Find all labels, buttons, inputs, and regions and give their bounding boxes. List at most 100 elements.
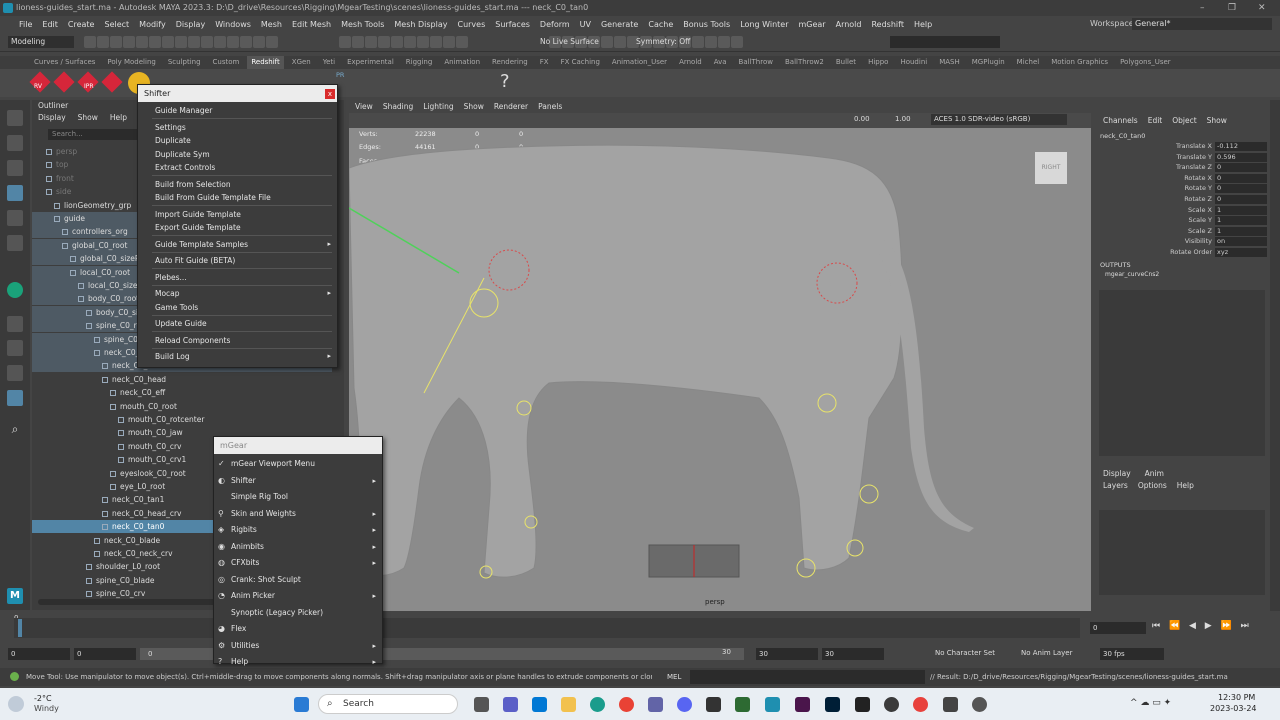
statusline-tool-icon[interactable]	[430, 36, 442, 48]
viewport-menu-view[interactable]: View	[355, 100, 373, 113]
mail-icon[interactable]	[532, 697, 547, 712]
shelf-tab[interactable]: Animation_User	[608, 56, 671, 69]
unity-icon[interactable]	[943, 697, 958, 712]
outliner-menu-display[interactable]: Display	[38, 113, 66, 122]
outliner-menu-show[interactable]: Show	[78, 113, 98, 122]
statusline-tool-icon[interactable]	[253, 36, 265, 48]
outliner-row[interactable]: neck_C0_eff	[32, 386, 332, 399]
viewport-menu-show[interactable]: Show	[464, 100, 484, 113]
redshift-stop-icon[interactable]	[101, 71, 123, 93]
mgear-item-help[interactable]: ? Help ▸	[214, 654, 382, 670]
menu-create[interactable]: Create	[63, 20, 100, 29]
mgear-item-cfxbits[interactable]: ◍ CFXbits ▸	[214, 555, 382, 571]
channel-attr-value[interactable]: xyz	[1215, 248, 1267, 257]
photoshop-icon[interactable]	[825, 697, 840, 712]
store-icon[interactable]	[706, 697, 721, 712]
channel-attr-value[interactable]: 1	[1215, 205, 1267, 215]
shifter-item-guide-manager[interactable]: Guide Manager	[138, 104, 337, 118]
anim-layer-field[interactable]: No Anim Layer	[1021, 649, 1072, 657]
mgear-item-shifter[interactable]: ◐ Shifter ▸	[214, 473, 382, 489]
shelf-tab[interactable]: Curves / Surfaces	[30, 56, 99, 69]
anim-end-field[interactable]: 30	[822, 648, 884, 660]
channel-attr-value[interactable]: 0	[1215, 184, 1267, 194]
channel-attr-row[interactable]: Scale X1	[1095, 205, 1270, 217]
mgear-item-anim-picker[interactable]: ◔ Anim Picker ▸	[214, 588, 382, 604]
channel-attr-value[interactable]: on	[1215, 237, 1267, 247]
statusline-tool-icon[interactable]	[378, 36, 390, 48]
four-view-icon[interactable]	[7, 340, 23, 356]
move-tool-icon[interactable]	[7, 185, 23, 201]
soft-select-icon[interactable]	[7, 282, 23, 298]
lasso-tool-icon[interactable]	[7, 135, 23, 151]
help-icon[interactable]: ?	[500, 71, 510, 92]
outliner-row[interactable]: neck_C0_head	[32, 373, 332, 386]
windows-start-icon[interactable]	[294, 697, 309, 712]
shifter-item-settings[interactable]: Settings	[138, 121, 337, 135]
playback-controls[interactable]: ⏮ ⏪ ◀ ▶ ⏩ ⏭	[1152, 621, 1252, 631]
channel-attr-row[interactable]: Visibility on	[1095, 237, 1270, 248]
obs-icon[interactable]	[884, 697, 899, 712]
slack-icon[interactable]	[795, 697, 810, 712]
shelf-tab[interactable]: FX	[536, 56, 553, 69]
shifter-item-update-guide[interactable]: Update Guide	[138, 317, 337, 331]
statusline-tool-icon[interactable]	[352, 36, 364, 48]
timeline-track[interactable]	[14, 618, 1080, 638]
statusline-tool-icon[interactable]	[227, 36, 239, 48]
close-icon[interactable]: x	[325, 89, 335, 99]
outliner-row[interactable]: mouth_C0_rotcenter	[32, 413, 332, 426]
discord-icon[interactable]	[677, 697, 692, 712]
statusline-tool-icon[interactable]	[240, 36, 252, 48]
clock-date[interactable]: 2023-03-24	[1210, 704, 1257, 713]
playback-start-field[interactable]: 0	[74, 648, 136, 660]
teams-icon[interactable]	[503, 697, 518, 712]
menu-mesh[interactable]: Mesh	[256, 20, 287, 29]
current-time-indicator[interactable]	[18, 619, 22, 637]
mel-label[interactable]: MEL	[667, 668, 681, 686]
menu-select[interactable]: Select	[99, 20, 134, 29]
shifter-item-import-guide-template[interactable]: Import Guide Template	[138, 208, 337, 222]
zbrush-icon[interactable]	[855, 697, 870, 712]
layer-menu-layers[interactable]: Layers	[1103, 481, 1128, 490]
current-frame-field[interactable]: 0	[1090, 622, 1146, 634]
menu-windows[interactable]: Windows	[210, 20, 256, 29]
shelf-tab[interactable]: Arnold	[675, 56, 706, 69]
mgear-item-flex[interactable]: ◕ Flex	[214, 621, 382, 637]
command-line-input[interactable]	[690, 670, 925, 684]
channel-attr-row[interactable]: Translate Y 0.596	[1095, 152, 1270, 164]
substance-icon[interactable]	[735, 697, 750, 712]
statusline-tool-icon[interactable]	[110, 36, 122, 48]
mgear-item-simple-rig-tool[interactable]: Simple Rig Tool	[214, 489, 382, 505]
rotate-tool-icon[interactable]	[7, 210, 23, 226]
menu-curves[interactable]: Curves	[452, 20, 490, 29]
statusline-tool-icon[interactable]	[214, 36, 226, 48]
viewport-menu-renderer[interactable]: Renderer	[494, 100, 528, 113]
shifter-item-auto-fit-guide-beta[interactable]: Auto Fit Guide (BETA)	[138, 254, 337, 268]
chrome-icon[interactable]	[619, 697, 634, 712]
channelbox-menu-edit[interactable]: Edit	[1148, 116, 1163, 125]
playback-end-field[interactable]: 30	[756, 648, 818, 660]
redshift-render-icon[interactable]	[53, 71, 75, 93]
shelf-tab[interactable]: MGPlugin	[968, 56, 1009, 69]
layer-tab-anim[interactable]: Anim	[1145, 469, 1164, 478]
channel-attr-value[interactable]: 0	[1215, 163, 1267, 173]
layer-menu-help[interactable]: Help	[1177, 481, 1194, 490]
menu-file[interactable]: File	[14, 20, 37, 29]
shelf-tab[interactable]: Michel	[1013, 56, 1044, 69]
search-icon[interactable]: ⌕	[7, 422, 23, 438]
character-set-field[interactable]: No Character Set	[935, 649, 995, 657]
statusline-tool-icon[interactable]	[391, 36, 403, 48]
viewport-menu-shading[interactable]: Shading	[383, 100, 413, 113]
shelf-tab[interactable]: FX Caching	[557, 56, 604, 69]
shifter-item-build-from-guide-template-file[interactable]: Build From Guide Template File	[138, 191, 337, 205]
gamma-field[interactable]: 1.00	[895, 115, 911, 123]
statusline-tool-icon[interactable]	[404, 36, 416, 48]
two-view-icon[interactable]	[7, 365, 23, 381]
shifter-item-game-tools[interactable]: Game Tools	[138, 301, 337, 315]
menu-generate[interactable]: Generate	[596, 20, 643, 29]
statusline-tool-icon[interactable]	[162, 36, 174, 48]
maya-taskbar-icon[interactable]	[765, 697, 780, 712]
menu-mgear[interactable]: mGear	[793, 20, 830, 29]
mgear-item-rigbits[interactable]: ◈ Rigbits ▸	[214, 522, 382, 538]
command-search-field[interactable]	[890, 36, 1000, 48]
statusline-tool-icon[interactable]	[731, 36, 743, 48]
